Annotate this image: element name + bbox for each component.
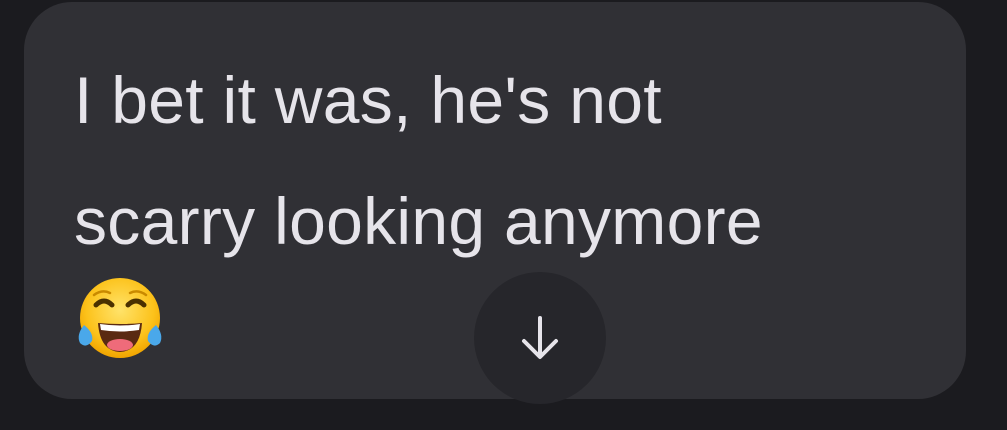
arrow-down-icon: [522, 316, 558, 359]
message-text: I bet it was, he's not scarry looking any…: [74, 40, 944, 282]
face-with-tears-of-joy-icon: [78, 278, 162, 358]
message-line-1: I bet it was, he's not: [74, 63, 662, 137]
message-line-2: scarry looking anymore: [74, 184, 763, 258]
conversation-view: I bet it was, he's not scarry looking any…: [0, 0, 1007, 430]
scroll-to-bottom-button[interactable]: [474, 272, 606, 404]
